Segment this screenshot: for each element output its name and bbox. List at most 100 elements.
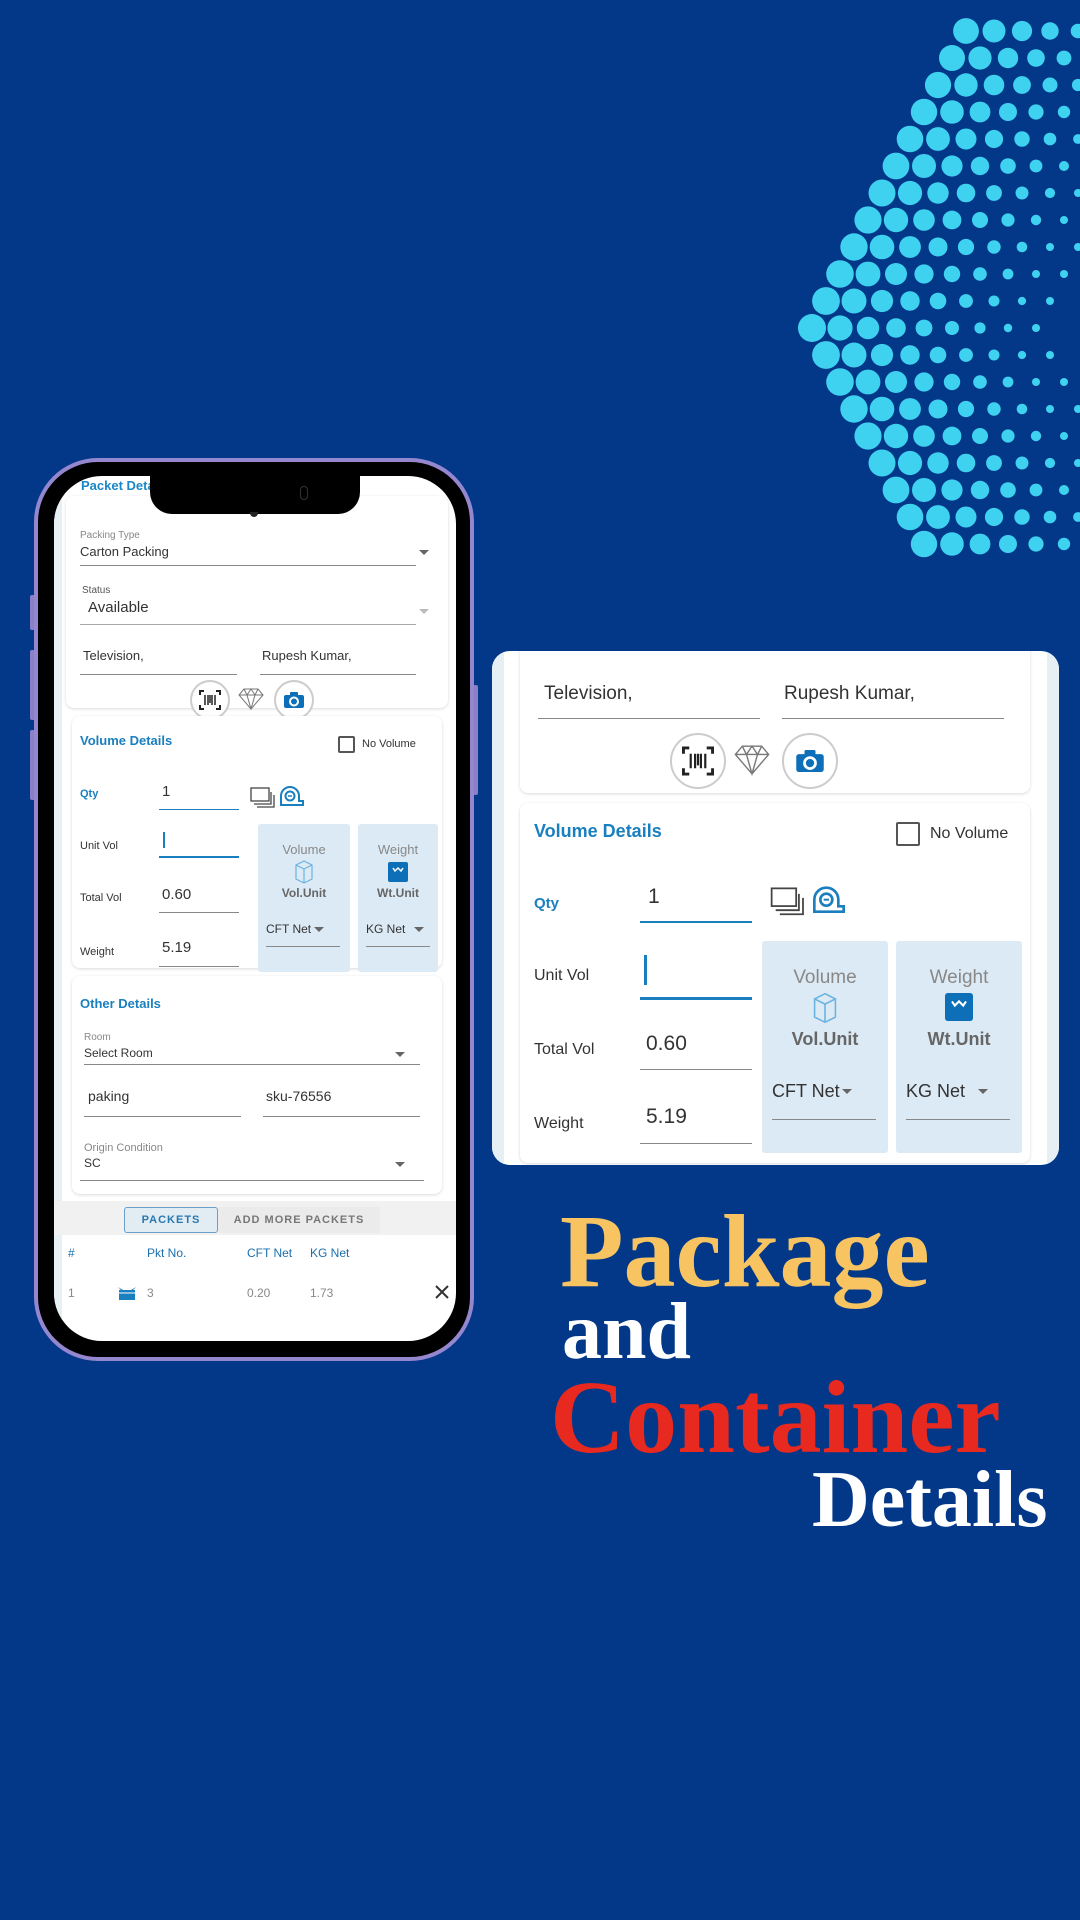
decorative-dot	[988, 295, 1000, 307]
wt-unit-label: Wt.Unit	[377, 886, 419, 900]
decorative-dot	[984, 129, 1004, 149]
decorative-dot	[945, 321, 959, 335]
decorative-dot	[997, 47, 1019, 69]
decorative-dot	[1030, 214, 1042, 226]
decorative-dot	[897, 450, 923, 476]
decorative-dot	[1060, 270, 1068, 278]
phone-screen: Packet Details Packing Type Carton Packi…	[54, 476, 456, 1341]
decorative-dot	[897, 180, 923, 206]
decorative-dot	[941, 155, 963, 177]
decorative-dot	[1003, 323, 1013, 333]
delete-row-button[interactable]	[434, 1284, 450, 1300]
unit-vol-label: Unit Vol	[80, 840, 118, 852]
decorative-dot	[1059, 161, 1069, 171]
decorative-dot	[1027, 49, 1045, 67]
decorative-dot	[942, 426, 962, 446]
room-value: Select Room	[84, 1046, 153, 1060]
panel-measure-tape-button[interactable]	[810, 885, 848, 922]
zoomed-detail-panel: Television, Rupesh Kumar, Volume Details…	[492, 651, 1059, 1165]
decorative-dot	[886, 318, 906, 338]
weight-scale-icon	[388, 862, 408, 882]
barcode-scan-button[interactable]	[190, 680, 230, 720]
decorative-dot	[1057, 537, 1071, 551]
diamond-button[interactable]	[238, 688, 264, 715]
decorative-dot	[968, 46, 992, 70]
decorative-dot	[1042, 77, 1058, 93]
checkbox[interactable]	[338, 736, 355, 753]
decorative-dot	[1029, 483, 1043, 497]
decorative-dot	[899, 398, 921, 420]
panel-camera-button[interactable]	[782, 733, 838, 789]
decorative-dot	[1073, 134, 1080, 144]
decorative-dot	[929, 346, 947, 364]
decorative-dot	[1057, 105, 1071, 119]
row-kg-net: 1.73	[310, 1286, 334, 1300]
decorative-dot	[912, 478, 936, 502]
decorative-dot	[1015, 456, 1029, 470]
decorative-dot	[841, 342, 867, 368]
decorative-dot	[1028, 536, 1044, 552]
panel-diamond-button[interactable]	[734, 744, 770, 781]
qty-value: 1	[162, 783, 171, 800]
decorative-dot	[955, 128, 977, 150]
decorative-dot	[1070, 23, 1080, 39]
decorative-dot	[986, 185, 1002, 201]
wt-unit-value: KG Net	[366, 922, 406, 936]
decorative-dot	[999, 103, 1017, 121]
tab-packets[interactable]: PACKETS	[124, 1207, 218, 1233]
decorative-dot	[1028, 104, 1044, 120]
decorative-dot	[959, 348, 973, 362]
row-cft-net: 0.20	[247, 1286, 271, 1300]
decorative-dot	[827, 315, 853, 341]
decorative-dot	[973, 375, 987, 389]
decorative-dot	[868, 449, 896, 477]
chevron-down-icon	[842, 1089, 852, 1094]
weight-box-title: Weight	[377, 842, 419, 857]
decorative-dot	[912, 154, 936, 178]
decorative-dot	[1001, 429, 1015, 443]
decorative-dot	[914, 372, 934, 392]
decorative-dot	[882, 152, 910, 180]
decorative-dot	[972, 212, 988, 228]
diamond-icon	[734, 744, 770, 777]
decorative-dot	[855, 261, 881, 287]
camera-icon	[284, 692, 304, 708]
phone-notch	[150, 476, 360, 517]
checkbox[interactable]	[896, 822, 920, 846]
panel-volume-box-title: Volume	[793, 967, 857, 988]
decorative-dot	[826, 260, 854, 288]
chevron-down-icon	[419, 550, 429, 555]
decorative-dot	[868, 179, 896, 207]
decorative-dot	[1029, 159, 1043, 173]
copy-stack-icon	[250, 787, 275, 808]
decorative-dot	[1001, 213, 1015, 227]
tab-add-more-packets[interactable]: ADD MORE PACKETS	[218, 1207, 380, 1233]
decorative-dot	[928, 399, 948, 419]
barcode-scan-icon	[682, 746, 714, 776]
decorative-dot	[869, 234, 895, 260]
panel-weight-box-title: Weight	[929, 967, 989, 988]
table-header-index: #	[68, 1246, 75, 1260]
decorative-dot	[969, 101, 991, 123]
text-cursor	[163, 832, 165, 848]
decorative-dot	[855, 369, 881, 395]
chevron-down-icon	[314, 927, 324, 932]
decorative-dot	[987, 402, 1001, 416]
decorative-dot	[926, 505, 950, 529]
decorative-dot	[1060, 216, 1068, 224]
panel-weight-label: Weight	[534, 1115, 584, 1132]
measure-tape-button[interactable]	[278, 785, 306, 814]
copy-button[interactable]	[250, 787, 276, 814]
decorative-dot	[982, 19, 1006, 43]
other-details-title: Other Details	[80, 996, 161, 1011]
panel-copy-button[interactable]	[770, 887, 806, 922]
volume-details-card: Volume Details No Volume Qty 1 Unit Vol	[72, 716, 442, 972]
decorative-dot	[956, 183, 976, 203]
camera-button[interactable]	[274, 680, 314, 720]
origin-label: Origin Condition	[84, 1142, 163, 1154]
decorative-dot	[1046, 243, 1054, 251]
decorative-dot	[974, 322, 986, 334]
panel-barcode-scan-button[interactable]	[670, 733, 726, 789]
remark-value: paking	[88, 1088, 130, 1104]
decorative-dot	[1046, 405, 1054, 413]
